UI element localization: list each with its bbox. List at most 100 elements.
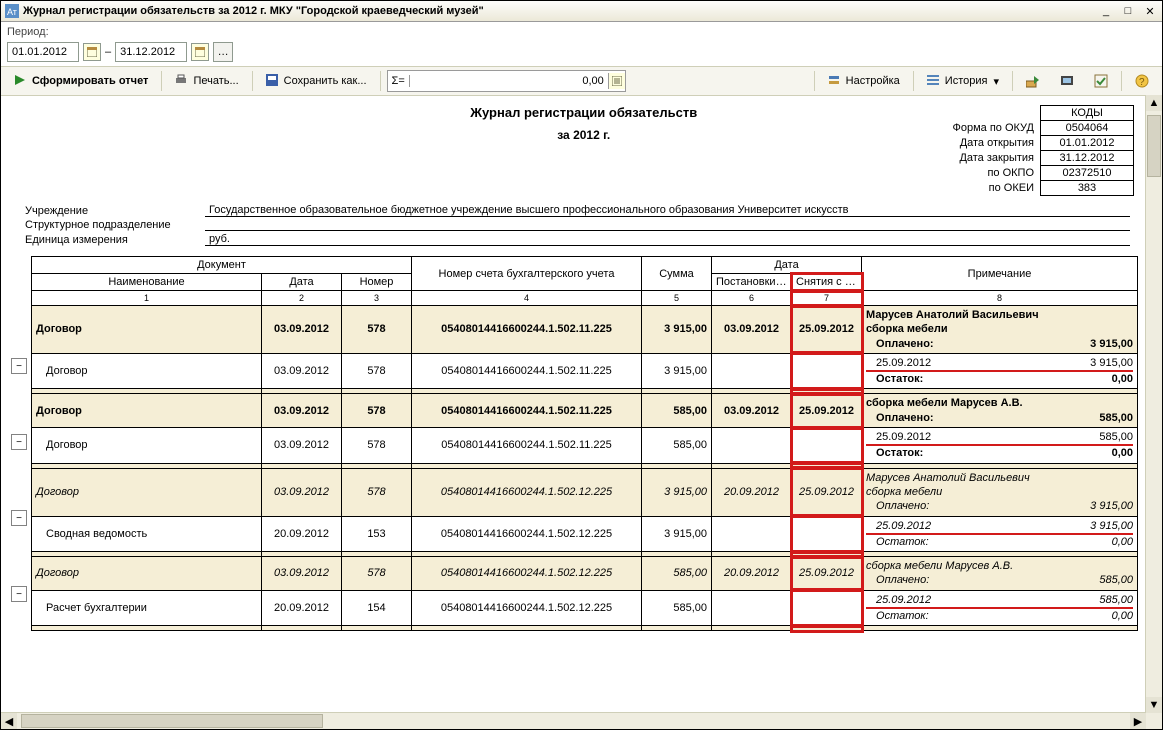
sigma-value: 0,00 (410, 75, 608, 87)
cell-account: 05408014416600244.1.502.12.225 (412, 516, 642, 552)
cell-num: 578 (342, 468, 412, 516)
cell-date: 20.09.2012 (262, 590, 342, 626)
expand-toggle[interactable]: − (11, 586, 27, 602)
calendar-to-button[interactable] (191, 43, 209, 61)
cell-account: 05408014416600244.1.502.11.225 (412, 428, 642, 464)
cell-post: 20.09.2012 (712, 468, 792, 516)
info-value (205, 230, 1130, 231)
play-icon (14, 74, 28, 88)
calendar-from-button[interactable] (83, 43, 101, 61)
sigma-box[interactable]: Σ= 0,00 (387, 70, 626, 92)
form-report-button[interactable]: Сформировать отчет (7, 71, 155, 91)
svg-text:?: ? (1139, 77, 1145, 88)
cell-sum: 3 915,00 (642, 306, 712, 354)
cell-num: 578 (342, 394, 412, 428)
horizontal-scrollbar[interactable]: ◀ ▶ (1, 712, 1146, 729)
minimize-button[interactable]: _ (1098, 4, 1114, 18)
scroll-thumb-v[interactable] (1147, 115, 1161, 177)
tool-icon-1[interactable] (1019, 71, 1047, 91)
sigma-label: Σ= (388, 75, 410, 87)
scroll-up-arrow[interactable]: ▲ (1146, 95, 1162, 111)
code-value: 383 (1041, 181, 1134, 196)
cell-name: Договор (32, 557, 262, 591)
cell-post: 03.09.2012 (712, 306, 792, 354)
cell-name: Сводная ведомость (32, 516, 262, 552)
code-value: 01.01.2012 (1041, 136, 1134, 151)
info-value: руб. (205, 233, 1130, 246)
cell-name: Договор (32, 306, 262, 354)
date-from-input[interactable] (7, 42, 79, 62)
date-to-input[interactable] (115, 42, 187, 62)
cell-sum: 585,00 (642, 394, 712, 428)
period-label: Период: (1, 22, 1162, 42)
cell-off: 25.09.2012 (792, 394, 862, 428)
scroll-right-arrow[interactable]: ▶ (1130, 713, 1146, 729)
cell-note: сборка мебели Марусев А.В.Оплачено:585,0… (862, 394, 1138, 428)
code-label: по ОКПО (947, 166, 1041, 181)
cell-note: сборка мебели Марусев А.В.Оплачено:585,0… (862, 557, 1138, 591)
data-grid[interactable]: Документ Номер счета бухгалтерского учет… (31, 256, 1138, 631)
period-more-button[interactable]: … (213, 42, 233, 62)
cell-num: 154 (342, 590, 412, 626)
report-subtitle: за 2012 г. (221, 128, 947, 142)
cell-off: 25.09.2012 (792, 557, 862, 591)
cell-name: Договор (32, 468, 262, 516)
code-label: по ОКЕИ (947, 181, 1041, 196)
cell-num: 578 (342, 557, 412, 591)
toolbar: Сформировать отчет Печать... Сохранить к… (1, 66, 1162, 96)
settings-button[interactable]: Настройка (821, 71, 907, 91)
tool-icon-3[interactable] (1087, 71, 1115, 91)
cell-off (792, 590, 862, 626)
cell-sum: 585,00 (642, 557, 712, 591)
maximize-button[interactable]: □ (1120, 4, 1136, 18)
cell-note: 25.09.2012585,00Остаток:0,00 (862, 590, 1138, 626)
codes-table: КОДЫ Форма по ОКУД0504064Дата открытия01… (947, 105, 1135, 196)
cell-sum: 3 915,00 (642, 468, 712, 516)
history-button[interactable]: История▾ (920, 71, 1006, 91)
cell-note: Марусев Анатолий Васильевичсборка мебели… (862, 306, 1138, 354)
help-button[interactable]: ? (1128, 71, 1156, 91)
code-value: 0504064 (1041, 121, 1134, 136)
cell-date: 20.09.2012 (262, 516, 342, 552)
scroll-left-arrow[interactable]: ◀ (1, 713, 17, 729)
vertical-scrollbar[interactable]: ▲ ▼ (1145, 95, 1162, 713)
cell-off (792, 516, 862, 552)
titlebar: Ат Журнал регистрации обязательств за 20… (1, 1, 1162, 22)
cell-post (712, 428, 792, 464)
expand-toggle[interactable]: − (11, 510, 27, 526)
cell-post (712, 590, 792, 626)
cell-name: Договор (32, 353, 262, 389)
cell-note: 25.09.20123 915,00Остаток:0,00 (862, 353, 1138, 389)
save-as-button[interactable]: Сохранить как... (259, 71, 374, 91)
cell-note: Марусев Анатолий Васильевичсборка мебели… (862, 468, 1138, 516)
cell-note: 25.09.20123 915,00Остаток:0,00 (862, 516, 1138, 552)
cell-account: 05408014416600244.1.502.11.225 (412, 306, 642, 354)
sigma-calc-button[interactable] (608, 73, 625, 89)
svg-text:Ат: Ат (7, 7, 17, 17)
cell-date: 03.09.2012 (262, 394, 342, 428)
cell-off (792, 428, 862, 464)
cell-post: 20.09.2012 (712, 557, 792, 591)
cell-off (792, 353, 862, 389)
scroll-thumb-h[interactable] (21, 714, 323, 728)
expand-toggle[interactable]: − (11, 358, 27, 374)
info-label: Учреждение (25, 205, 205, 217)
cell-num: 578 (342, 353, 412, 389)
close-button[interactable]: ✕ (1142, 4, 1158, 18)
scroll-down-arrow[interactable]: ▼ (1146, 697, 1162, 713)
expand-toggle[interactable]: − (11, 434, 27, 450)
tool-icon-2[interactable] (1053, 71, 1081, 91)
window-title: Журнал регистрации обязательств за 2012 … (23, 5, 1098, 17)
cell-sum: 585,00 (642, 590, 712, 626)
print-button[interactable]: Печать... (168, 71, 245, 91)
code-label: Дата открытия (947, 136, 1041, 151)
code-label: Дата закрытия (947, 151, 1041, 166)
cell-post (712, 353, 792, 389)
cell-name: Договор (32, 428, 262, 464)
printer-icon (175, 74, 189, 88)
code-value: 02372510 (1041, 166, 1134, 181)
cell-name: Расчет бухгалтерии (32, 590, 262, 626)
history-icon (927, 74, 941, 88)
cell-post (712, 516, 792, 552)
cell-account: 05408014416600244.1.502.11.225 (412, 353, 642, 389)
